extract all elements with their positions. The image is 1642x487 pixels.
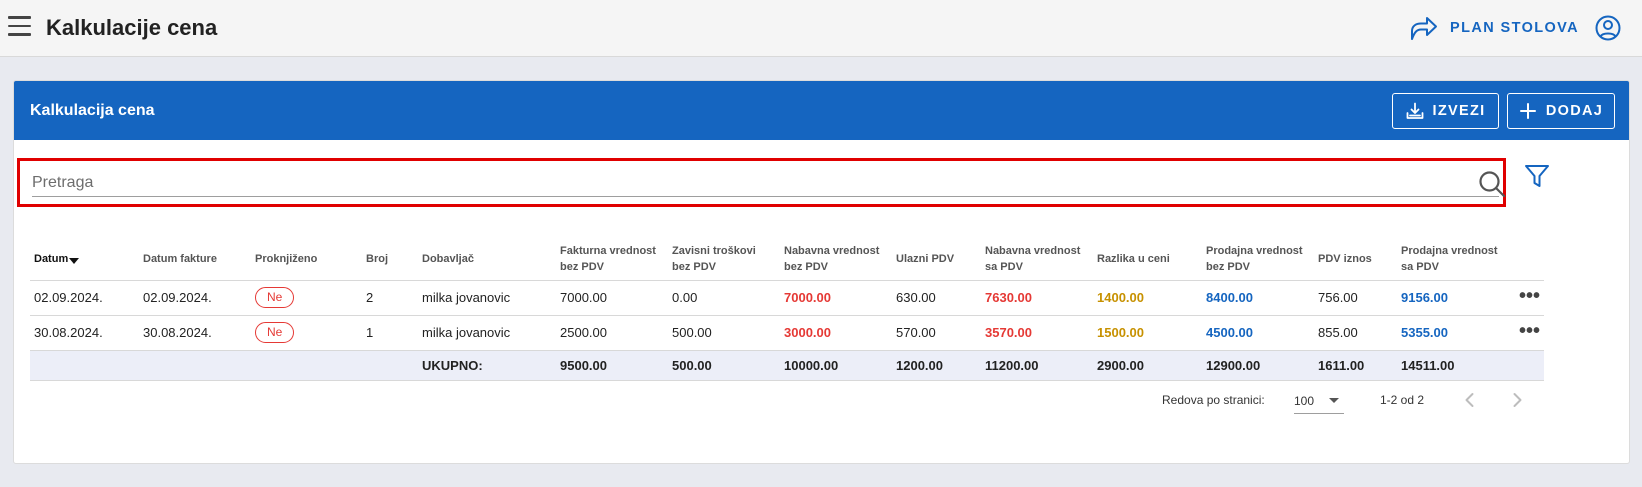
total-prodajna-sa: 14511.00 <box>1397 350 1507 381</box>
calculations-table: Datum Datum fakture Proknjiženo Broj Dob… <box>30 238 1544 381</box>
cell-broj: 2 <box>362 280 418 316</box>
total-nabavna: 10000.00 <box>780 350 892 381</box>
col-prodajna-sa[interactable]: Prodajna vrednost sa PDV <box>1397 238 1507 281</box>
rows-per-page-select[interactable]: 100 <box>1294 387 1344 414</box>
col-razlika[interactable]: Razlika u ceni <box>1093 238 1202 281</box>
plan-stolova-label: PLAN STOLOVA <box>1450 20 1580 36</box>
cell-proknjizeno: Ne <box>251 315 362 351</box>
total-zavisni: 500.00 <box>668 350 780 381</box>
cell-dobavljac: milka jovanovic <box>418 280 556 316</box>
card-header: Kalkulacija cena IZVEZI DODAJ <box>14 81 1629 140</box>
col-broj[interactable]: Broj <box>362 238 418 281</box>
share-arrow-icon <box>1411 17 1437 40</box>
export-button[interactable]: IZVEZI <box>1392 93 1499 129</box>
cell-fakturna: 2500.00 <box>556 315 668 351</box>
more-horizontal-icon[interactable]: ••• <box>1519 320 1540 342</box>
cell-nabavna-sa: 3570.00 <box>981 315 1093 351</box>
search-highlight <box>17 158 1506 207</box>
cell-dobavljac: milka jovanovic <box>418 315 556 351</box>
cell-datum-fakture: 02.09.2024. <box>139 280 251 316</box>
cell-broj: 1 <box>362 315 418 351</box>
cell-prodajna-sa: 9156.00 <box>1397 280 1507 316</box>
page-title: Kalkulacije cena <box>46 15 218 40</box>
plan-stolova-button[interactable]: PLAN STOLOVA <box>1408 12 1579 44</box>
col-zavisni[interactable]: Zavisni troškovi bez PDV <box>668 238 780 281</box>
table-header-row: Datum Datum fakture Proknjiženo Broj Dob… <box>30 238 1544 281</box>
filter-icon[interactable] <box>1524 163 1550 189</box>
col-dobavljac[interactable]: Dobavljač <box>418 238 556 281</box>
status-badge: Ne <box>255 287 295 308</box>
col-fakturna[interactable]: Fakturna vrednost bez PDV <box>556 238 668 281</box>
cell-nabavna: 7000.00 <box>780 280 892 316</box>
kalkulacija-card: Kalkulacija cena IZVEZI DODAJ Datum <box>13 80 1630 464</box>
col-ulazni[interactable]: Ulazni PDV <box>892 238 981 281</box>
cell-prodajna: 4500.00 <box>1202 315 1314 351</box>
status-badge: Ne <box>255 322 295 343</box>
col-prodajna[interactable]: Prodajna vrednost bez PDV <box>1202 238 1314 281</box>
cell-actions: ••• <box>1507 315 1544 351</box>
chevron-right-icon[interactable] <box>1507 390 1527 410</box>
page-range: 1-2 od 2 <box>1380 393 1425 407</box>
cell-nabavna-sa: 7630.00 <box>981 280 1093 316</box>
chevron-left-icon[interactable] <box>1460 390 1480 410</box>
col-datum-fakture[interactable]: Datum fakture <box>139 238 251 281</box>
search-input[interactable] <box>32 169 1499 197</box>
total-ulazni: 1200.00 <box>892 350 981 381</box>
cell-prodajna: 8400.00 <box>1202 280 1314 316</box>
cell-zavisni: 500.00 <box>668 315 780 351</box>
cell-pdv-iznos: 855.00 <box>1314 315 1397 351</box>
add-button[interactable]: DODAJ <box>1507 93 1615 129</box>
cell-actions: ••• <box>1507 280 1544 316</box>
cell-proknjizeno: Ne <box>251 280 362 316</box>
total-fakturna: 9500.00 <box>556 350 668 381</box>
account-circle-icon[interactable] <box>1595 15 1621 41</box>
totals-label: UKUPNO: <box>418 350 556 381</box>
dropdown-arrow-icon <box>1329 398 1339 403</box>
total-nabavna-sa: 11200.00 <box>981 350 1093 381</box>
col-actions <box>1507 238 1544 281</box>
card-title: Kalkulacija cena <box>30 102 155 119</box>
export-label: IZVEZI <box>1432 103 1486 119</box>
plus-icon <box>1519 103 1536 119</box>
col-pdv-iznos[interactable]: PDV iznos <box>1314 238 1397 281</box>
rows-per-page-value: 100 <box>1294 394 1315 408</box>
total-pdv-iznos: 1611.00 <box>1314 350 1397 381</box>
col-nabavna-sa[interactable]: Nabavna vrednost sa PDV <box>981 238 1093 281</box>
download-icon <box>1406 102 1423 119</box>
col-nabavna[interactable]: Nabavna vrednost bez PDV <box>780 238 892 281</box>
cell-datum: 30.08.2024. <box>30 315 139 351</box>
cell-prodajna-sa: 5355.00 <box>1397 315 1507 351</box>
cell-razlika: 1400.00 <box>1093 280 1202 316</box>
col-datum[interactable]: Datum <box>30 238 139 281</box>
more-horizontal-icon[interactable]: ••• <box>1519 285 1540 307</box>
pagination: Redova po stranici: 100 1-2 od 2 <box>14 383 1629 419</box>
cell-fakturna: 7000.00 <box>556 280 668 316</box>
cell-nabavna: 3000.00 <box>780 315 892 351</box>
cell-ulazni: 570.00 <box>892 315 981 351</box>
sort-down-icon <box>69 257 80 264</box>
cell-ulazni: 630.00 <box>892 280 981 316</box>
cell-razlika: 1500.00 <box>1093 315 1202 351</box>
col-proknjizeno[interactable]: Proknjiženo <box>251 238 362 281</box>
table-row[interactable]: 02.09.2024. 02.09.2024. Ne 2 milka jovan… <box>30 280 1544 316</box>
total-razlika: 2900.00 <box>1093 350 1202 381</box>
search-icon[interactable] <box>1478 170 1506 198</box>
total-prodajna: 12900.00 <box>1202 350 1314 381</box>
cell-zavisni: 0.00 <box>668 280 780 316</box>
menu-icon[interactable] <box>8 16 31 36</box>
cell-datum: 02.09.2024. <box>30 280 139 316</box>
cell-datum-fakture: 30.08.2024. <box>139 315 251 351</box>
cell-pdv-iznos: 756.00 <box>1314 280 1397 316</box>
rows-per-page-label: Redova po stranici: <box>1162 393 1265 407</box>
top-bar: Kalkulacije cena PLAN STOLOVA <box>0 0 1642 57</box>
table-row[interactable]: 30.08.2024. 30.08.2024. Ne 1 milka jovan… <box>30 315 1544 351</box>
add-label: DODAJ <box>1545 103 1604 119</box>
totals-row: UKUPNO: 9500.00 500.00 10000.00 1200.00 … <box>30 350 1544 381</box>
